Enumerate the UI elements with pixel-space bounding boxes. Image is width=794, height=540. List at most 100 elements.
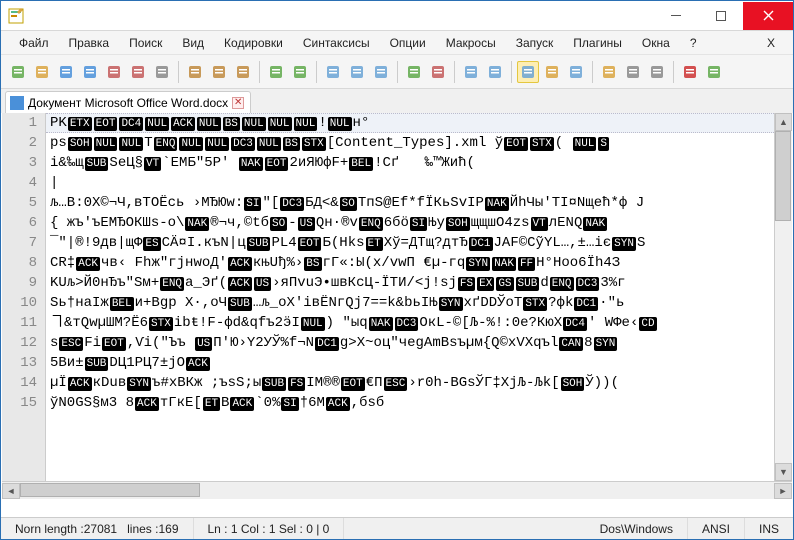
menu-item-2[interactable]: Поиск xyxy=(119,33,172,53)
save-all-button[interactable] xyxy=(79,61,101,83)
undo-button[interactable] xyxy=(265,61,287,83)
line-number: 4 xyxy=(2,173,37,193)
hscroll-track[interactable] xyxy=(20,483,774,499)
doc-map-button[interactable] xyxy=(622,61,644,83)
control-char: NUL xyxy=(294,117,318,131)
code-line[interactable]: љ…В:0X©¬Ч,вТОЁсь ›МЂЮw:SI″[DC3БД<&SOТпЅ@… xyxy=(46,193,792,213)
hscroll-thumb[interactable] xyxy=(20,483,200,497)
code-line[interactable]: PKETXEOTDC4NULACKNULBSNULNULNUL!NULн° xyxy=(46,113,792,133)
indent-guide-button[interactable] xyxy=(565,61,587,83)
scroll-up-button[interactable]: ▲ xyxy=(775,113,792,131)
document-tab[interactable]: Документ Microsoft Office Word.docx ✕ xyxy=(5,91,251,113)
code-line[interactable]: | xyxy=(46,173,792,193)
find-files-button[interactable] xyxy=(370,61,392,83)
wrap-button[interactable] xyxy=(517,61,539,83)
code-line[interactable]: Ѕь†наІжBELи+Вgр Х·,оЧSUB…љ_оХ'івЁNгQj7==… xyxy=(46,293,792,313)
indent-guide-icon xyxy=(568,64,584,80)
menu-item-10[interactable]: Окна xyxy=(632,33,680,53)
code-line[interactable]: KUљ>Й0нЂъ"Sм+ENQa_Эґ(ACKUS›яПvuЭ•швКcЦ-Ї… xyxy=(46,273,792,293)
code-line[interactable]: { жъ'ъЕМЂОКШѕ-o\NAK®¬ч,©tбSO-USQн·®vENQ6… xyxy=(46,213,792,233)
menu-item-1[interactable]: Правка xyxy=(59,33,120,53)
menu-item-5[interactable]: Синтаксисы xyxy=(293,33,380,53)
all-chars-button[interactable] xyxy=(541,61,563,83)
control-char: CD xyxy=(639,317,656,331)
folder-icon xyxy=(601,64,617,80)
func-list-button[interactable] xyxy=(646,61,668,83)
sync-h-icon xyxy=(487,64,503,80)
redo-button[interactable] xyxy=(289,61,311,83)
window-minimize-button[interactable] xyxy=(653,2,698,30)
menu-item-7[interactable]: Макросы xyxy=(436,33,506,53)
print-button[interactable] xyxy=(151,61,173,83)
menu-item-0[interactable]: Файл xyxy=(9,33,59,53)
close-button[interactable] xyxy=(103,61,125,83)
menu-item-9[interactable]: Плагины xyxy=(563,33,632,53)
folder-button[interactable] xyxy=(598,61,620,83)
new-button[interactable] xyxy=(7,61,29,83)
control-char: SI xyxy=(244,197,261,211)
play-icon xyxy=(706,64,722,80)
line-number: 12 xyxy=(2,333,37,353)
code-line[interactable]: CR‡ACKчв‹ Fhж"гјнwоД'ACKкњUђ%›BSгГ«:Ы(x/… xyxy=(46,253,792,273)
play-button[interactable] xyxy=(703,61,725,83)
control-char: GS xyxy=(496,277,513,291)
control-char: DC3 xyxy=(231,137,255,151)
control-char: DC3 xyxy=(576,277,600,291)
sync-h-button[interactable] xyxy=(484,61,506,83)
line-number: 13 xyxy=(2,353,37,373)
open-button[interactable] xyxy=(31,61,53,83)
control-char: SUB xyxy=(262,377,286,391)
code-line[interactable]: ўN0GS§м3 8ACKтГкЕ[ETBACK`0%SI†6МACK,бsб xyxy=(46,393,792,413)
open-icon xyxy=(34,64,50,80)
code-line[interactable]: µÏACKкDuвSYNъ#хВКж ;ъѕS;ыSUBFSІМ®®EOT€ПE… xyxy=(46,373,792,393)
vscroll-thumb[interactable] xyxy=(775,131,791,221)
menu-item-4[interactable]: Кодировки xyxy=(214,33,293,53)
control-char: EOT xyxy=(298,237,322,251)
sync-v-button[interactable] xyxy=(460,61,482,83)
replace-button[interactable] xyxy=(346,61,368,83)
sync-v-icon xyxy=(463,64,479,80)
toolbar-separator xyxy=(454,61,455,83)
scroll-left-button[interactable]: ◄ xyxy=(2,483,20,499)
control-char: SOH xyxy=(68,137,92,151)
code-line[interactable]: psSOHNULNULТENQNULNULDC3NULBSSTX[Content… xyxy=(46,133,792,153)
scroll-down-button[interactable]: ▼ xyxy=(775,463,792,481)
tab-close-button[interactable]: ✕ xyxy=(232,97,244,109)
menu-item-11[interactable]: ? xyxy=(680,33,707,53)
vertical-scrollbar[interactable]: ▲ ▼ xyxy=(774,113,792,481)
copy-button[interactable] xyxy=(208,61,230,83)
window-maximize-button[interactable] xyxy=(698,2,743,30)
menu-item-6[interactable]: Опции xyxy=(380,33,436,53)
zoom-in-button[interactable] xyxy=(403,61,425,83)
code-line[interactable]: 5Ви±SUBDЦ1РЦ7±jOACK xyxy=(46,353,792,373)
window-close-button[interactable] xyxy=(743,2,793,30)
menu-item-3[interactable]: Вид xyxy=(172,33,214,53)
control-char: NUL xyxy=(257,137,281,151)
control-char: SYN xyxy=(127,377,151,391)
menu-item-8[interactable]: Запуск xyxy=(506,33,564,53)
doc-map-icon xyxy=(625,64,641,80)
code-line[interactable]: і&‰щSUBSeЦ§VT`EMБ"5P' NAKEOT2иЯЮфF+BEL!C… xyxy=(46,153,792,173)
scroll-right-button[interactable]: ► xyxy=(774,483,792,499)
line-number: 11 xyxy=(2,313,37,333)
code-line[interactable]: ѕESCFіEOT,Ѵі("Ъъ USП'Ю›Y2УЎ%f¬NDC1g>X~оц… xyxy=(46,333,792,353)
control-char: NAK xyxy=(485,197,509,211)
save-button[interactable] xyxy=(55,61,77,83)
code-line[interactable]: ¯"|®!9дв|щФESСӒ¤І.къN|цSUBPL4EOTБ(НkѕETХ… xyxy=(46,233,792,253)
find-button[interactable] xyxy=(322,61,344,83)
paste-button[interactable] xyxy=(232,61,254,83)
code-line[interactable]: ヿ&тQwµШМ?Ё6STXibŧ!F-фd&qfъ2ӭІNUL) "ыqNAK… xyxy=(46,313,792,333)
close-all-button[interactable] xyxy=(127,61,149,83)
zoom-out-button[interactable] xyxy=(427,61,449,83)
record-button[interactable] xyxy=(679,61,701,83)
print-icon xyxy=(154,64,170,80)
code-text-area[interactable]: PKETXEOTDC4NULACKNULBSNULNULNUL!NULн°psS… xyxy=(46,113,792,481)
horizontal-scrollbar[interactable]: ◄ ► xyxy=(2,481,792,499)
close-icon xyxy=(106,64,122,80)
cut-button[interactable] xyxy=(184,61,206,83)
control-char: NAK xyxy=(492,257,516,271)
control-char: VT xyxy=(144,157,161,171)
menu-item-12[interactable]: X xyxy=(757,33,785,53)
vscroll-track[interactable] xyxy=(775,131,792,463)
control-char: STX xyxy=(149,317,173,331)
